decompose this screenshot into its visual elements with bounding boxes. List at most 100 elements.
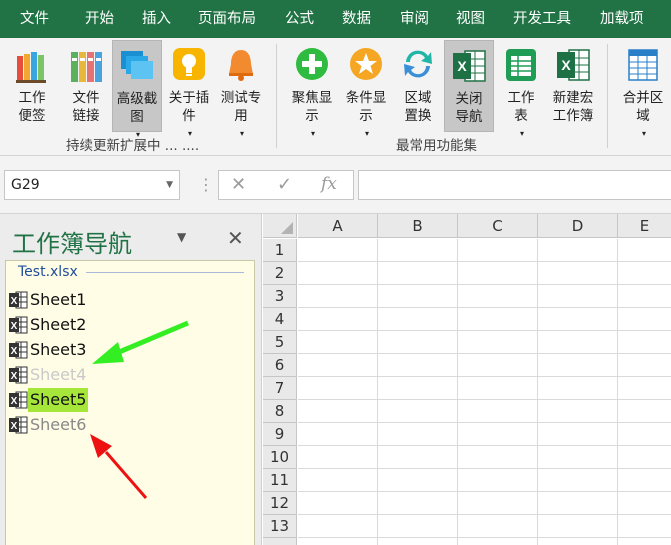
menu-formulas[interactable]: 公式: [285, 0, 314, 38]
button-label: 测试专: [220, 90, 262, 106]
row-header-5[interactable]: 5: [263, 331, 297, 354]
sheet-name: Sheet6: [30, 415, 87, 434]
svg-text:X: X: [11, 296, 18, 307]
row-header-14[interactable]: [263, 538, 297, 545]
sheet-name: Sheet3: [30, 340, 87, 359]
row-header-10[interactable]: 10: [263, 446, 297, 469]
button-label: 域: [636, 108, 650, 124]
svg-text:X: X: [11, 321, 18, 332]
excel-sheet-icon: X: [9, 391, 28, 409]
button-label: 工作: [18, 90, 46, 106]
button-label: 件: [182, 108, 196, 124]
row-header-8[interactable]: 8: [263, 400, 297, 423]
button-label: 图: [130, 109, 144, 125]
drag-handle-icon[interactable]: ⋮: [198, 172, 214, 198]
lightbulb-icon: [173, 48, 205, 80]
formula-bar: G29 ▼ ⋮ ✕ ✓ fx: [0, 156, 671, 214]
row-header-12[interactable]: 12: [263, 492, 297, 515]
focus-display-button[interactable]: 聚焦显示 ▾: [286, 40, 338, 138]
new-macro-workbook-button[interactable]: X 新建宏 工作簿: [547, 40, 599, 132]
row-header-6[interactable]: 6: [263, 354, 297, 377]
row-header-7[interactable]: 7: [263, 377, 297, 400]
sheet-list: Test.xlsx X Sheet1 X Sheet2 X Sheet3 X S…: [5, 260, 255, 545]
menu-review[interactable]: 审阅: [400, 0, 429, 38]
worksheet-button[interactable]: 工作表 ▾: [496, 40, 546, 138]
button-label: 置换: [404, 108, 432, 124]
cell-area[interactable]: [298, 239, 671, 545]
insert-function-icon[interactable]: fx: [321, 174, 337, 194]
column-header-e[interactable]: E: [618, 214, 671, 238]
menu-addins[interactable]: 加载项: [600, 0, 644, 38]
menu-bar: 文件 开始 插入 页面布局 公式 数据 审阅 视图 开发工具 加载项: [0, 0, 671, 38]
name-box[interactable]: G29 ▼: [4, 170, 180, 200]
menu-insert[interactable]: 插入: [142, 0, 171, 38]
spreadsheet-grid[interactable]: A B C D E 1 2 3 4 5 6 7 8 9 10 11 12 13: [263, 214, 671, 545]
macro-workbook-icon: X: [557, 49, 590, 81]
row-header-13[interactable]: 13: [263, 515, 297, 538]
svg-text:X: X: [561, 57, 571, 73]
menu-developer[interactable]: 开发工具: [513, 0, 571, 38]
column-header-c[interactable]: C: [458, 214, 538, 238]
menu-home[interactable]: 开始: [85, 0, 114, 38]
button-label: 聚焦显: [291, 90, 333, 106]
conditional-display-button[interactable]: 条件显示 ▾: [340, 40, 392, 138]
column-header-a[interactable]: A: [298, 214, 378, 238]
row-header-11[interactable]: 11: [263, 469, 297, 492]
plus-circle-icon: [296, 48, 328, 80]
ribbon: 工作 便签 文件 链接 高级截图 ▾ 关于插件 ▾ 测试专 用 ▾ 聚焦显 示 …: [0, 38, 671, 156]
column-header-d[interactable]: D: [538, 214, 618, 238]
about-plugin-button[interactable]: 关于插件 ▾: [163, 40, 215, 138]
button-label: 工作簿: [552, 108, 594, 124]
work-notes-button[interactable]: 工作 便签: [6, 40, 58, 132]
sheet-name: Sheet1: [30, 290, 87, 309]
excel-sheet-icon: X: [9, 366, 28, 384]
chevron-down-icon[interactable]: ▼: [177, 230, 186, 244]
test-only-button[interactable]: 测试专用 ▾: [215, 40, 267, 138]
row-header-1[interactable]: 1: [263, 239, 297, 262]
file-link-button[interactable]: 文件 链接: [60, 40, 112, 132]
button-label: 链接: [72, 108, 100, 124]
sheet-name: Sheet4: [30, 365, 87, 384]
row-header-9[interactable]: 9: [263, 423, 297, 446]
close-icon[interactable]: ✕: [227, 226, 244, 250]
chevron-down-icon: ▾: [239, 129, 244, 138]
excel-icon: X: [453, 50, 486, 82]
bell-icon: [229, 50, 253, 81]
ribbon-group-label: 持续更新扩展中 ... ....: [66, 138, 200, 154]
button-label: 导航: [455, 109, 483, 125]
advanced-screenshot-button[interactable]: 高级截图 ▾: [112, 40, 162, 139]
swap-arrows-icon: [404, 50, 432, 78]
excel-sheet-icon: X: [9, 316, 28, 334]
button-label: 关于插: [168, 90, 210, 106]
close-navigation-button[interactable]: X 关闭导航: [444, 40, 494, 132]
merge-range-button[interactable]: 合并区域 ▾: [617, 40, 669, 138]
range-swap-button[interactable]: 区域 置换: [393, 40, 443, 132]
row-header-2[interactable]: 2: [263, 262, 297, 285]
button-label: 用: [234, 108, 248, 124]
menu-data[interactable]: 数据: [342, 0, 371, 38]
chevron-down-icon[interactable]: ▼: [166, 171, 173, 199]
excel-sheet-icon: X: [9, 291, 28, 309]
excel-sheet-icon: X: [9, 416, 28, 434]
svg-text:X: X: [11, 371, 18, 382]
svg-text:X: X: [457, 58, 467, 74]
cancel-icon[interactable]: ✕: [231, 174, 246, 195]
chevron-down-icon: ▾: [519, 129, 524, 138]
menu-page-layout[interactable]: 页面布局: [198, 0, 256, 38]
workbook-file-name[interactable]: Test.xlsx: [18, 264, 78, 280]
confirm-icon[interactable]: ✓: [277, 174, 292, 195]
menu-file[interactable]: 文件: [20, 0, 49, 38]
row-header-4[interactable]: 4: [263, 308, 297, 331]
column-header-b[interactable]: B: [378, 214, 458, 238]
file-link-icon: [71, 52, 102, 82]
svg-text:X: X: [11, 421, 18, 432]
menu-view[interactable]: 视图: [456, 0, 485, 38]
button-label: 关闭: [455, 91, 483, 107]
excel-sheet-icon: X: [9, 341, 28, 359]
merge-range-icon: [628, 49, 658, 81]
button-label: 便签: [18, 108, 46, 124]
formula-input[interactable]: [358, 170, 671, 200]
sheet-name: Sheet2: [30, 315, 87, 334]
select-all-corner[interactable]: [263, 214, 297, 238]
row-header-3[interactable]: 3: [263, 285, 297, 308]
